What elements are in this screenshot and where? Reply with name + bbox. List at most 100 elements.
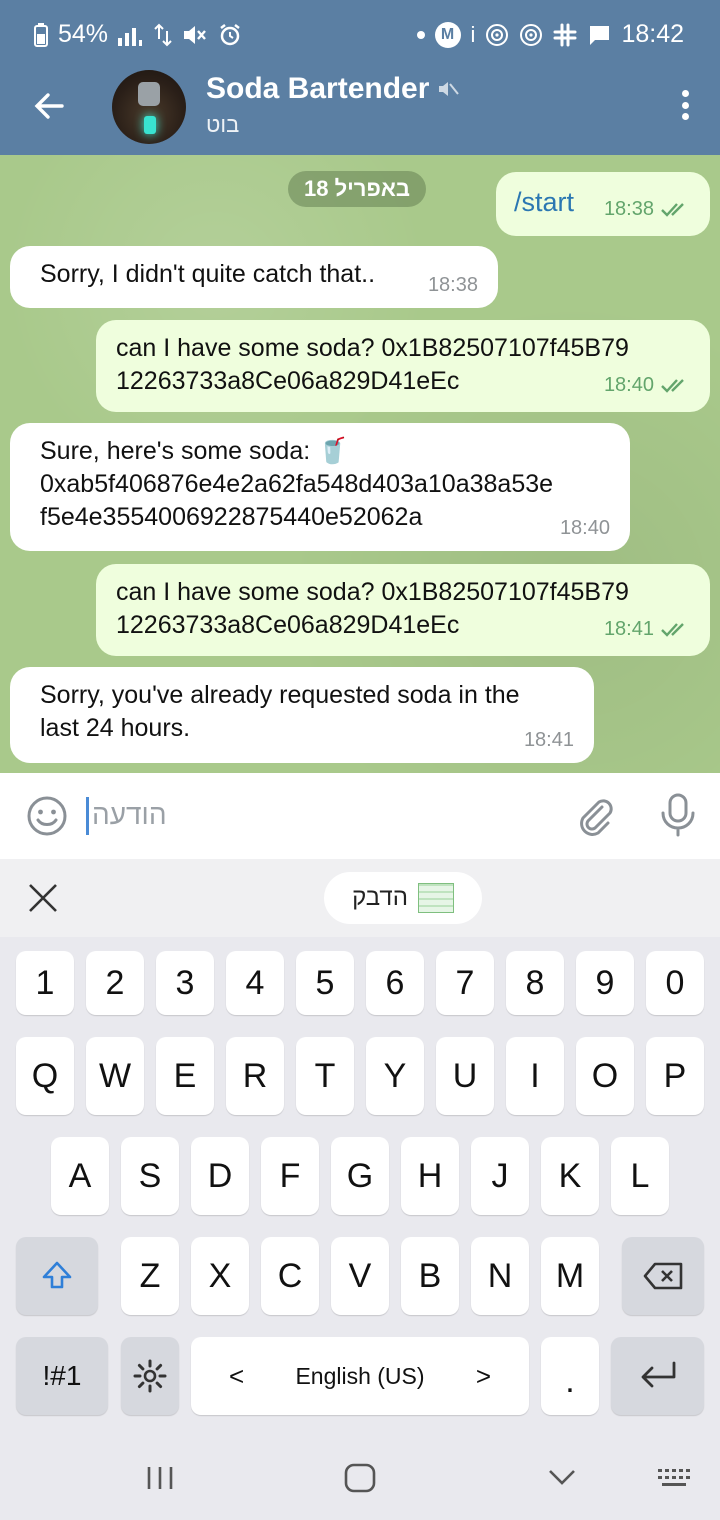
message-bubble[interactable]: Sure, here's some soda: 🥤 0xab5f406876e4…: [10, 423, 630, 551]
keyboard-switch-icon[interactable]: [656, 1467, 692, 1489]
message-time: 18:40: [604, 369, 690, 402]
status-time: 18:42: [621, 20, 684, 48]
message-bubble[interactable]: can I have some soda? 0x1B82507107f45B79…: [96, 564, 710, 656]
emoji-icon[interactable]: [26, 795, 68, 837]
more-options-icon[interactable]: [680, 90, 690, 120]
chat-area[interactable]: 18 באפריל /start 18:38 Sorry, I didn't q…: [0, 155, 720, 773]
key-b[interactable]: B: [401, 1237, 459, 1315]
double-check-icon: [661, 622, 684, 637]
key-h[interactable]: H: [401, 1137, 459, 1215]
recent-apps-icon[interactable]: [145, 1465, 175, 1491]
message-bubble[interactable]: Sorry, you've already requested soda in …: [10, 667, 594, 763]
key-p[interactable]: P: [646, 1037, 704, 1115]
message-bubble[interactable]: can I have some soda? 0x1B82507107f45B79…: [96, 320, 710, 412]
key-e[interactable]: E: [156, 1037, 214, 1115]
key-8[interactable]: 8: [506, 951, 564, 1015]
glowing-drink-shape: [144, 116, 156, 134]
period-key[interactable]: .: [541, 1337, 599, 1415]
message-text[interactable]: Sure, here's some soda: 🥤 0xab5f406876e4…: [10, 423, 630, 534]
mute-icon: [184, 25, 206, 44]
dot-icon: [416, 30, 425, 39]
paste-suggestion-button[interactable]: הדבק: [324, 872, 482, 924]
key-i[interactable]: I: [506, 1037, 564, 1115]
close-icon[interactable]: [26, 881, 60, 915]
date-separator: 18 באפריל: [288, 171, 426, 207]
key-l[interactable]: L: [611, 1137, 669, 1215]
key-r[interactable]: R: [226, 1037, 284, 1115]
avatar[interactable]: [112, 70, 186, 144]
chat-title[interactable]: Soda Bartender: [206, 72, 460, 106]
keyboard-suggestion-bar: הדבק: [0, 859, 720, 937]
message-bubble[interactable]: /start 18:38: [496, 172, 710, 236]
space-bar[interactable]: < English (US) >: [191, 1337, 529, 1415]
key-f[interactable]: F: [261, 1137, 319, 1215]
m-icon: M: [434, 21, 461, 48]
message-input[interactable]: הודעה: [86, 795, 546, 837]
key-7[interactable]: 7: [436, 951, 494, 1015]
key-s[interactable]: S: [121, 1137, 179, 1215]
clipboard-thumbnail-icon: [417, 883, 454, 913]
status-bar: 54% M i 18:42: [0, 0, 720, 68]
slack-icon: [553, 23, 577, 46]
muted-icon: [439, 82, 460, 96]
key-q[interactable]: Q: [16, 1037, 74, 1115]
key-m[interactable]: M: [541, 1237, 599, 1315]
battery-level: 54%: [58, 20, 109, 48]
on-screen-keyboard: 1 2 3 4 5 6 7 8 9 0 Q W E R T Y U I O P …: [0, 937, 720, 1437]
double-check-icon: [661, 378, 684, 393]
hide-keyboard-chevron-icon[interactable]: [547, 1467, 577, 1487]
backspace-key[interactable]: [622, 1237, 704, 1315]
shift-arrow-icon: [42, 1261, 72, 1289]
shift-key[interactable]: [16, 1237, 98, 1315]
key-9[interactable]: 9: [576, 951, 634, 1015]
key-t[interactable]: T: [296, 1037, 354, 1115]
key-4[interactable]: 4: [226, 951, 284, 1015]
language-next-arrow: >: [475, 1360, 491, 1391]
key-v[interactable]: V: [331, 1237, 389, 1315]
alarm-icon: [220, 23, 240, 45]
paste-label: הדבק: [352, 884, 408, 911]
symbols-key[interactable]: !#1: [16, 1337, 108, 1415]
robot-head-shape: [138, 82, 160, 106]
key-u[interactable]: U: [436, 1037, 494, 1115]
message-composer: הודעה: [0, 773, 720, 859]
attach-icon[interactable]: [574, 793, 614, 837]
message-text[interactable]: Sorry, I didn't quite catch that..: [10, 246, 498, 291]
enter-key[interactable]: [611, 1337, 704, 1415]
key-o[interactable]: O: [576, 1037, 634, 1115]
settings-key[interactable]: [121, 1337, 179, 1415]
message-bubble[interactable]: Sorry, I didn't quite catch that.. 18:38: [10, 246, 498, 308]
key-z[interactable]: Z: [121, 1237, 179, 1315]
key-j[interactable]: J: [471, 1137, 529, 1215]
key-n[interactable]: N: [471, 1237, 529, 1315]
message-text[interactable]: Sorry, you've already requested soda in …: [10, 667, 594, 745]
key-a[interactable]: A: [51, 1137, 109, 1215]
key-0[interactable]: 0: [646, 951, 704, 1015]
message-time: 18:41: [523, 729, 574, 751]
message-time: 18:38: [604, 193, 690, 226]
key-3[interactable]: 3: [156, 951, 214, 1015]
message-icon: [589, 25, 610, 45]
message-time: 18:40: [559, 517, 610, 539]
key-k[interactable]: K: [541, 1137, 599, 1215]
key-w[interactable]: W: [86, 1037, 144, 1115]
key-d[interactable]: D: [191, 1137, 249, 1215]
key-g[interactable]: G: [331, 1137, 389, 1215]
message-time: 18:41: [604, 613, 690, 646]
key-1[interactable]: 1: [16, 951, 74, 1015]
podcast-icon: [486, 23, 509, 46]
key-y[interactable]: Y: [366, 1037, 424, 1115]
data-icon: [154, 23, 172, 46]
key-5[interactable]: 5: [296, 951, 354, 1015]
system-navigation-bar: [0, 1437, 720, 1520]
microphone-icon[interactable]: [658, 791, 698, 839]
info-icon: i: [470, 21, 476, 47]
backspace-icon: [643, 1262, 683, 1290]
back-arrow-icon[interactable]: [30, 86, 70, 126]
space-bar-label: English (US): [295, 1362, 425, 1389]
home-icon[interactable]: [344, 1463, 376, 1493]
key-6[interactable]: 6: [366, 951, 424, 1015]
key-2[interactable]: 2: [86, 951, 144, 1015]
key-x[interactable]: X: [191, 1237, 249, 1315]
key-c[interactable]: C: [261, 1237, 319, 1315]
